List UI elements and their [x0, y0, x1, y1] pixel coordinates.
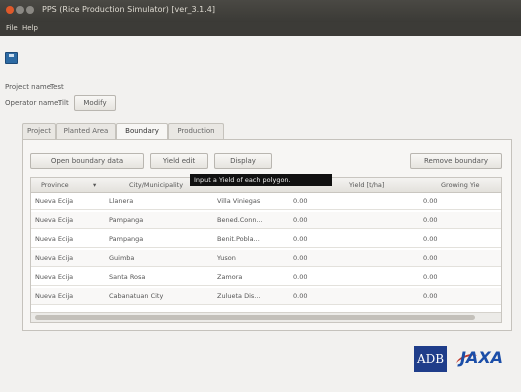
cell-province: Nueva Ecija: [35, 273, 74, 281]
cell-yield[interactable]: 0.00: [293, 273, 307, 281]
save-icon[interactable]: [5, 52, 18, 64]
remove-boundary-button[interactable]: Remove boundary: [410, 153, 502, 169]
column-header-yield[interactable]: Yield [t/ha]: [349, 181, 384, 189]
cell-growing-yield: 0.00: [423, 197, 438, 205]
cell-city: Guimba: [109, 254, 135, 262]
window-title: PPS (Rice Production Simulator) [ver_3.1…: [42, 5, 215, 14]
operator-name-value: Tilt: [58, 99, 69, 107]
cell-city: Pampanga: [109, 235, 144, 243]
yield-edit-tooltip: Input a Yield of each polygon.: [190, 174, 332, 186]
cell-barangay: Bened.Conn...: [217, 216, 263, 224]
adb-logo: ADB: [414, 346, 447, 372]
cell-province: Nueva Ecija: [35, 235, 74, 243]
tab-project[interactable]: Project: [22, 123, 56, 139]
cell-barangay: Yuson: [217, 254, 236, 262]
tab-production[interactable]: Production: [168, 123, 224, 139]
display-button[interactable]: Display: [214, 153, 272, 169]
cell-province: Nueva Ecija: [35, 254, 74, 262]
project-name-label: Project name:: [5, 83, 54, 91]
column-header-growing-yield[interactable]: Growing Yie: [441, 181, 480, 189]
table-row[interactable]: Nueva Ecija Cabanatuan City Zulueta Dis.…: [31, 288, 501, 305]
cell-yield[interactable]: 0.00: [293, 235, 307, 243]
cell-barangay: Zulueta Dis...: [217, 292, 261, 300]
cell-yield[interactable]: 0.00: [293, 292, 307, 300]
cell-barangay: Zamora: [217, 273, 243, 281]
table-row[interactable]: Nueva Ecija Guimba Yuson 0.00 0.00: [31, 250, 501, 267]
cell-province: Nueva Ecija: [35, 292, 74, 300]
yield-edit-button[interactable]: Yield edit: [150, 153, 208, 169]
cell-yield[interactable]: 0.00: [293, 216, 307, 224]
cell-city: Llanera: [109, 197, 134, 205]
title-bar: PPS (Rice Production Simulator) [ver_3.1…: [0, 0, 521, 22]
cell-yield[interactable]: 0.00: [293, 254, 307, 262]
modify-button[interactable]: Modify: [74, 95, 116, 111]
cell-barangay: Benit.Pobla...: [217, 235, 260, 243]
cell-city: Cabanatuan City: [109, 292, 164, 300]
cell-growing-yield: 0.00: [423, 273, 438, 281]
cell-barangay: Villa Viniegas: [217, 197, 261, 205]
cell-city: Pampanga: [109, 216, 144, 224]
column-header-province[interactable]: Province: [41, 181, 69, 189]
tab-boundary[interactable]: Boundary: [116, 123, 168, 140]
menu-help[interactable]: Help: [22, 24, 38, 32]
column-header-city[interactable]: City/Municipality: [129, 181, 183, 189]
project-name-value: Test: [50, 83, 64, 91]
maximize-window-button[interactable]: [26, 6, 34, 14]
menu-file[interactable]: File: [6, 24, 18, 32]
boundary-table: Province ▾ City/Municipality Yield [t/ha…: [30, 177, 502, 323]
table-row[interactable]: Nueva Ecija Pampanga Benit.Pobla... 0.00…: [31, 231, 501, 248]
sort-indicator-icon: ▾: [93, 181, 97, 189]
operator-name-label: Operator name:: [5, 99, 61, 107]
cell-yield[interactable]: 0.00: [293, 197, 307, 205]
menu-bar: File Help: [0, 22, 521, 36]
cell-province: Nueva Ecija: [35, 216, 74, 224]
cell-growing-yield: 0.00: [423, 254, 438, 262]
table-row[interactable]: Nueva Ecija Pampanga Bened.Conn... 0.00 …: [31, 212, 501, 229]
cell-province: Nueva Ecija: [35, 197, 74, 205]
cell-growing-yield: 0.00: [423, 292, 438, 300]
close-window-button[interactable]: [6, 6, 14, 14]
jaxa-logo: JAXA: [460, 348, 504, 367]
open-boundary-data-button[interactable]: Open boundary data: [30, 153, 144, 169]
minimize-window-button[interactable]: [16, 6, 24, 14]
scrollbar-thumb[interactable]: [35, 315, 475, 320]
cell-growing-yield: 0.00: [423, 235, 438, 243]
table-row[interactable]: Nueva Ecija Santa Rosa Zamora 0.00 0.00: [31, 269, 501, 286]
horizontal-scrollbar[interactable]: [31, 312, 501, 322]
cell-growing-yield: 0.00: [423, 216, 438, 224]
tab-planted-area[interactable]: Planted Area: [56, 123, 116, 139]
table-row[interactable]: Nueva Ecija Llanera Villa Viniegas 0.00 …: [31, 193, 501, 210]
cell-city: Santa Rosa: [109, 273, 146, 281]
